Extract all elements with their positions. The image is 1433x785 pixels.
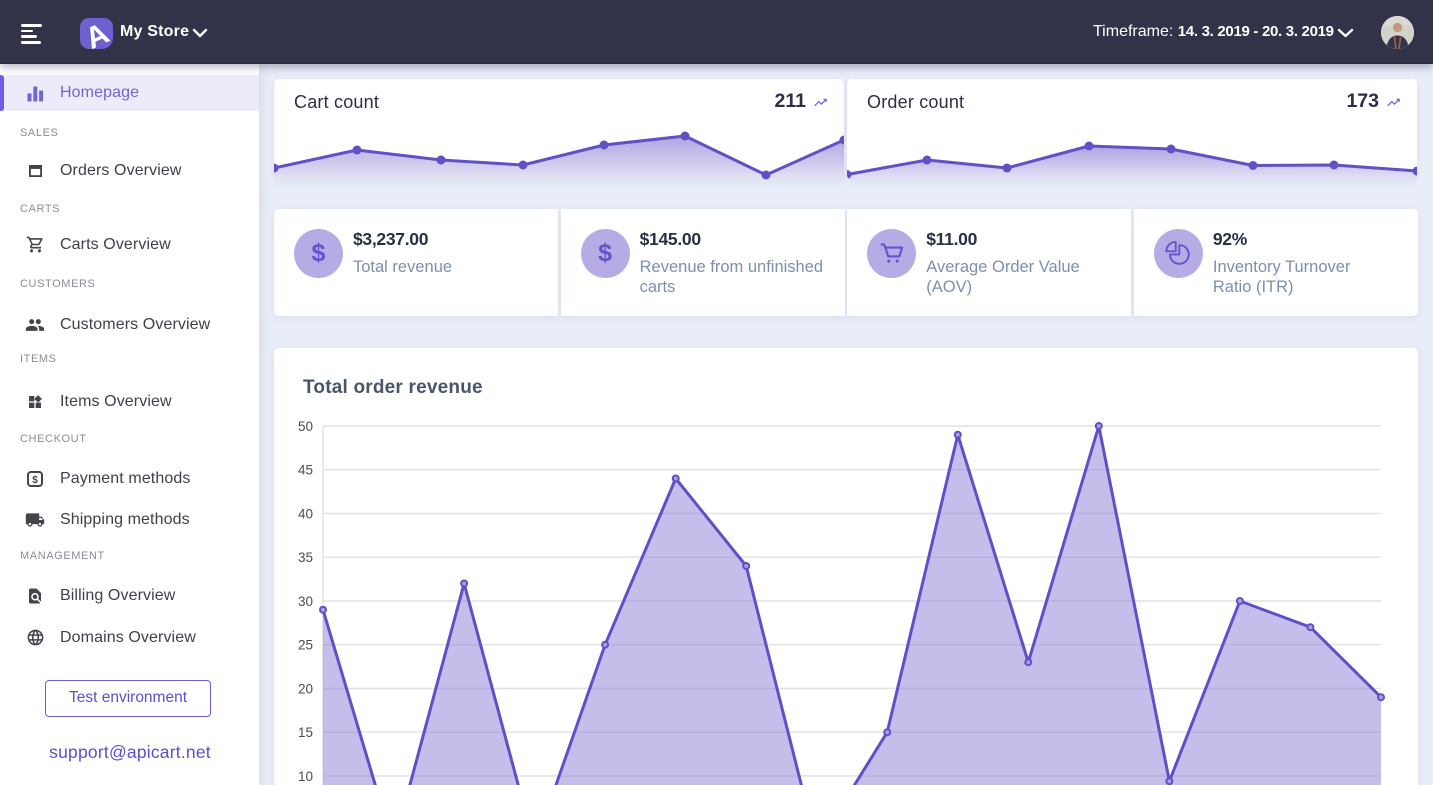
svg-text:40: 40 (298, 507, 313, 522)
svg-text:25: 25 (298, 638, 313, 653)
svg-text:$: $ (32, 475, 38, 486)
svg-text:50: 50 (298, 419, 313, 434)
svg-text:30: 30 (298, 594, 313, 609)
svg-text:35: 35 (298, 550, 313, 565)
svg-text:15: 15 (298, 725, 313, 740)
svg-text:10: 10 (298, 769, 313, 784)
svg-text:A: A (80, 17, 114, 55)
svg-text:45: 45 (298, 463, 313, 478)
svg-text:20: 20 (298, 682, 313, 697)
